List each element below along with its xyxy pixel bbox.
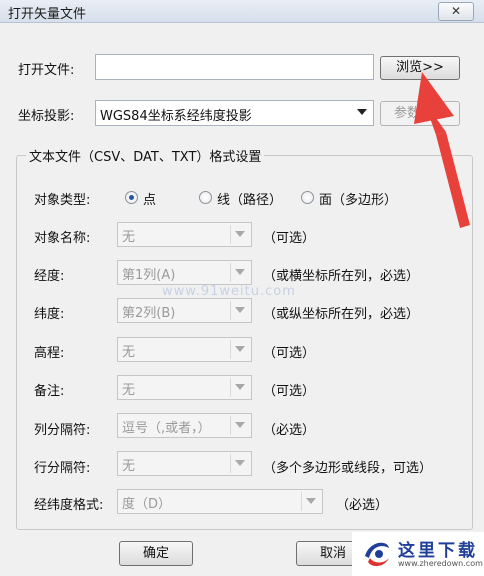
latitude-select[interactable]: 第2列(B) xyxy=(117,298,252,323)
title-bar: 打开矢量文件 ✕ xyxy=(0,0,484,23)
chevron-down-icon xyxy=(235,422,245,428)
object-name-select[interactable]: 无 xyxy=(117,222,252,247)
elevation-select[interactable]: 无 xyxy=(117,337,252,362)
projection-select[interactable]: WGS84坐标系经纬度投影 xyxy=(95,100,374,126)
logo-text: 这里下载 xyxy=(398,541,478,561)
radio-line-label: 线（路径） xyxy=(217,193,283,208)
chevron-down-icon xyxy=(235,384,245,390)
elevation-hint: （可选） xyxy=(263,346,316,361)
latitude-label: 纬度: xyxy=(34,307,65,322)
projection-label: 坐标投影: xyxy=(18,109,75,124)
coordinate-format-label: 经纬度格式: xyxy=(34,498,104,513)
coordinate-format-hint: （必选） xyxy=(336,498,389,513)
open-file-label: 打开文件: xyxy=(18,63,75,78)
latitude-hint: （或纵坐标所在列，必选） xyxy=(263,307,420,322)
column-separator-hint: （必选） xyxy=(263,423,316,438)
logo-url: www.zheredown.com xyxy=(398,559,483,568)
radio-polygon[interactable] xyxy=(301,191,314,204)
remark-label: 备注: xyxy=(34,384,65,399)
radio-point[interactable] xyxy=(125,191,138,204)
chevron-down-icon xyxy=(235,269,245,275)
close-icon: ✕ xyxy=(450,4,462,18)
longitude-select[interactable]: 第1列(A) xyxy=(117,260,252,285)
longitude-label: 经度: xyxy=(34,269,65,284)
close-button[interactable]: ✕ xyxy=(438,2,474,21)
logo-icon xyxy=(365,542,389,567)
browse-button[interactable]: 浏览>> xyxy=(380,56,460,80)
group-title: 文本文件（CSV、DAT、TXT）格式设置 xyxy=(26,146,265,165)
chevron-down-icon xyxy=(235,231,245,237)
object-name-label: 对象名称: xyxy=(34,231,91,246)
longitude-hint: （或横坐标所在列，必选） xyxy=(263,269,420,284)
row-separator-hint: （多个多边形或线段，可选） xyxy=(263,461,433,476)
remark-select[interactable]: 无 xyxy=(117,375,252,400)
column-separator-select[interactable]: 逗号（,或者，） xyxy=(117,413,252,438)
object-name-hint: （可选） xyxy=(263,231,316,246)
object-type-label: 对象类型: xyxy=(34,193,91,208)
chevron-down-icon xyxy=(357,109,367,115)
file-path-input[interactable] xyxy=(95,54,374,80)
chevron-down-icon xyxy=(235,346,245,352)
chevron-down-icon xyxy=(235,460,245,466)
radio-line[interactable] xyxy=(199,191,212,204)
elevation-label: 高程: xyxy=(34,346,65,361)
row-separator-select[interactable]: 无 xyxy=(117,451,252,476)
chevron-down-icon xyxy=(306,498,316,504)
row-separator-label: 行分隔符: xyxy=(34,461,91,476)
projection-value: WGS84坐标系经纬度投影 xyxy=(100,109,252,124)
coordinate-format-select[interactable]: 度（D） xyxy=(117,489,323,514)
watermark: www.91weitu.com xyxy=(162,284,296,299)
column-separator-label: 列分隔符: xyxy=(34,423,91,438)
params-settings-button[interactable]: 参数设置 xyxy=(380,101,460,126)
chevron-down-icon xyxy=(235,307,245,313)
window-title: 打开矢量文件 xyxy=(8,7,87,22)
radio-polygon-label: 面（多边形） xyxy=(319,193,398,208)
remark-hint: （可选） xyxy=(263,384,316,399)
radio-point-label: 点 xyxy=(143,193,157,208)
ok-button[interactable]: 确定 xyxy=(119,541,193,566)
site-logo: 这里下载 www.zheredown.com xyxy=(352,532,484,576)
